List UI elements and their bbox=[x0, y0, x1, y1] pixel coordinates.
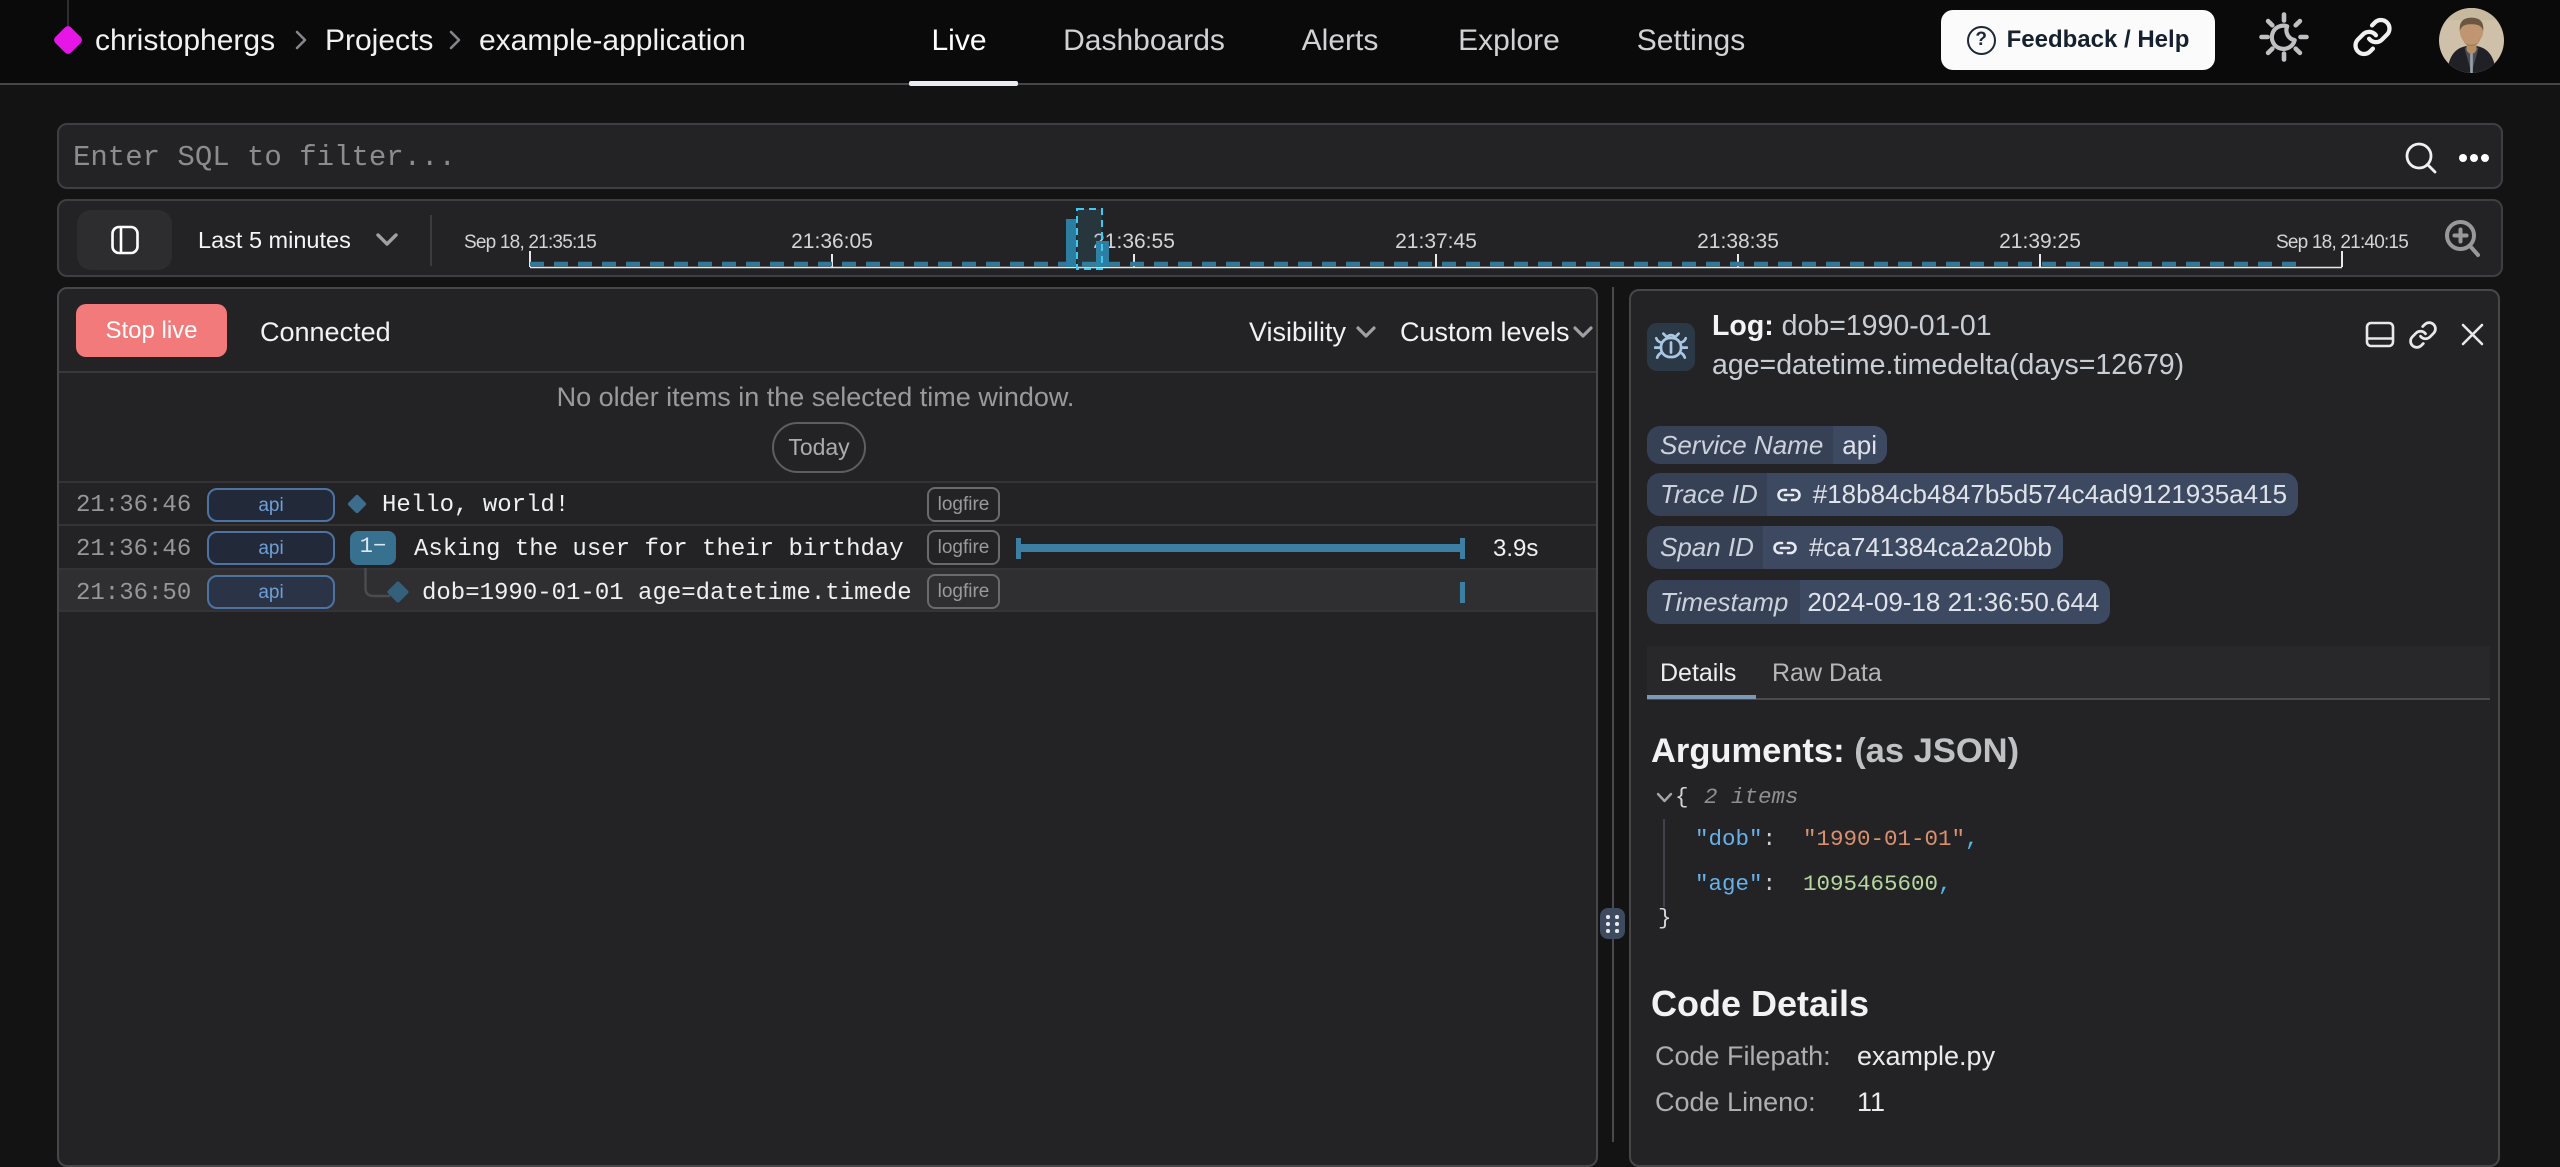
svg-text:21:39:25: 21:39:25 bbox=[1999, 230, 2081, 253]
svg-text:Sep 18, 21:40:15: Sep 18, 21:40:15 bbox=[2276, 232, 2408, 253]
svg-text:21:36:05: 21:36:05 bbox=[791, 230, 873, 253]
svg-text:Sep 18, 21:35:15: Sep 18, 21:35:15 bbox=[464, 232, 596, 253]
svg-text:21:38:35: 21:38:35 bbox=[1697, 230, 1779, 253]
svg-text:21:37:45: 21:37:45 bbox=[1395, 230, 1477, 253]
